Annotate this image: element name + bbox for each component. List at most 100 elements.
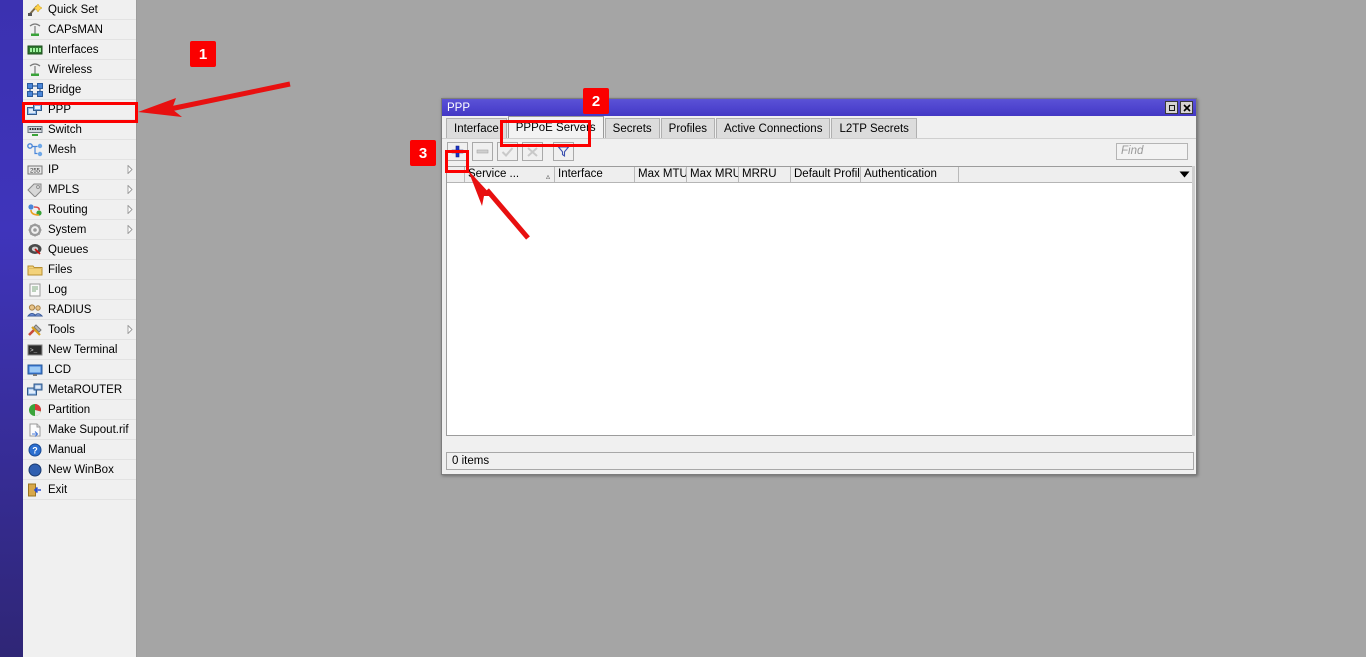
close-icon — [1183, 104, 1191, 112]
column-header-mrru[interactable]: MRRU — [739, 167, 791, 182]
column-header-interface[interactable]: Interface — [555, 167, 635, 182]
switch-icon — [27, 123, 43, 137]
window-titlebar[interactable]: PPP — [442, 99, 1196, 116]
column-header-authentication[interactable]: Authentication — [861, 167, 959, 182]
svg-text:>_: >_ — [30, 347, 38, 354]
column-header-default-profile[interactable]: Default Profile — [791, 167, 861, 182]
partition-icon — [27, 403, 43, 417]
wand-icon — [26, 2, 44, 18]
submenu-chevron-right-icon — [124, 325, 136, 334]
maximize-button[interactable] — [1165, 101, 1178, 114]
column-header-label: Max MRU — [690, 168, 739, 180]
column-header-max-mru[interactable]: Max MRU — [687, 167, 739, 182]
sidebar-item-metarouter[interactable]: MetaROUTER — [23, 380, 136, 400]
sidebar-item-radius[interactable]: RADIUS — [23, 300, 136, 320]
folder-icon — [26, 262, 44, 278]
sidebar-item-routing[interactable]: Routing — [23, 200, 136, 220]
tools-icon — [27, 323, 43, 337]
sidebar-item-wireless[interactable]: Wireless — [23, 60, 136, 80]
tools-icon — [26, 322, 44, 338]
metarouter-icon — [27, 383, 43, 397]
sidebar-item-label: Partition — [48, 400, 136, 420]
cross-icon — [526, 146, 539, 158]
window-title: PPP — [447, 102, 1165, 114]
users-icon — [27, 303, 43, 317]
sidebar-item-log[interactable]: Log — [23, 280, 136, 300]
column-header-max-mtu[interactable]: Max MTU — [635, 167, 687, 182]
column-header-label: MRRU — [742, 168, 777, 180]
sidebar-item-ppp[interactable]: PPP — [23, 100, 136, 120]
ppp-icon — [26, 102, 44, 118]
sidebar-item-label: Routing — [48, 200, 124, 220]
toolbar-filter-button[interactable] — [553, 142, 574, 161]
tab-l2tp-secrets[interactable]: L2TP Secrets — [831, 118, 916, 138]
sidebar-item-mpls[interactable]: MPLS — [23, 180, 136, 200]
monitor-icon — [27, 363, 43, 377]
sidebar-item-bridge[interactable]: Bridge — [23, 80, 136, 100]
column-header-label: Authentication — [864, 168, 937, 180]
toolbar-disable-button[interactable] — [522, 142, 543, 161]
sidebar-item-tools[interactable]: Tools — [23, 320, 136, 340]
sidebar-item-exit[interactable]: Exit — [23, 480, 136, 500]
sidebar-item-ip[interactable]: 255IP — [23, 160, 136, 180]
column-header-flags[interactable] — [447, 167, 465, 182]
sidebar-item-mesh[interactable]: Mesh — [23, 140, 136, 160]
switch-icon — [26, 122, 44, 138]
vertical-scrollbar[interactable] — [1192, 166, 1195, 436]
toolbar-add-button[interactable] — [447, 142, 468, 161]
column-chooser-area[interactable] — [959, 167, 1193, 182]
check-icon — [501, 146, 514, 158]
sidebar-item-manual[interactable]: ?Manual — [23, 440, 136, 460]
tab-active-connections[interactable]: Active Connections — [716, 118, 830, 138]
winbox-icon — [26, 462, 44, 478]
tab-interface[interactable]: Interface — [446, 118, 507, 138]
maximize-icon — [1169, 105, 1175, 111]
antenna-icon — [27, 63, 43, 77]
ppp-window: PPP InterfacePPPoE ServersSecretsProfile… — [441, 98, 1197, 475]
column-header-label: Interface — [558, 168, 603, 180]
sidebar-item-system[interactable]: System — [23, 220, 136, 240]
tab-secrets[interactable]: Secrets — [605, 118, 660, 138]
sidebar-item-make-supout-rif[interactable]: Make Supout.rif — [23, 420, 136, 440]
table-body-empty[interactable] — [447, 183, 1193, 434]
window-toolbar: Find — [442, 138, 1196, 164]
sidebar-item-label: Mesh — [48, 140, 136, 160]
sidebar-item-label: IP — [48, 160, 124, 180]
column-header-service[interactable]: Service ...▵ — [465, 167, 555, 182]
annotation-badge-2: 2 — [583, 88, 609, 114]
sidebar-item-queues[interactable]: Queues — [23, 240, 136, 260]
sidebar-item-switch[interactable]: Switch — [23, 120, 136, 140]
sidebar-item-label: Bridge — [48, 80, 136, 100]
sidebar-item-interfaces[interactable]: Interfaces — [23, 40, 136, 60]
sidebar-item-label: MPLS — [48, 180, 124, 200]
help-icon: ? — [26, 442, 44, 458]
antenna-icon — [27, 23, 43, 37]
sidebar-item-label: Log — [48, 280, 136, 300]
bridge-icon — [27, 83, 43, 97]
search-input[interactable]: Find — [1116, 143, 1188, 160]
sidebar-item-files[interactable]: Files — [23, 260, 136, 280]
sidebar-item-lcd[interactable]: LCD — [23, 360, 136, 380]
sidebar-item-new-terminal[interactable]: >_New Terminal — [23, 340, 136, 360]
tag-icon — [27, 183, 43, 197]
help-icon: ? — [27, 443, 43, 457]
sidebar-item-label: Exit — [48, 480, 136, 500]
toolbar-enable-button[interactable] — [497, 142, 518, 161]
mesh-icon — [27, 143, 43, 157]
mesh-icon — [26, 142, 44, 158]
toolbar-remove-button[interactable] — [472, 142, 493, 161]
tab-pppoe-servers[interactable]: PPPoE Servers — [508, 116, 604, 138]
sidebar-item-capsman[interactable]: CAPsMAN — [23, 20, 136, 40]
winbox-icon — [27, 463, 43, 477]
tab-profiles[interactable]: Profiles — [661, 118, 715, 138]
queues-icon — [27, 243, 43, 257]
main-menu-sidebar: Quick SetCAPsMANInterfacesWirelessBridge… — [23, 0, 137, 657]
annotation-badge-1: 1 — [190, 41, 216, 67]
annotation-badge-3: 3 — [410, 140, 436, 166]
sidebar-item-partition[interactable]: Partition — [23, 400, 136, 420]
sidebar-item-new-winbox[interactable]: New WinBox — [23, 460, 136, 480]
exit-icon — [27, 483, 43, 497]
sidebar-item-label: New WinBox — [48, 460, 136, 480]
close-button[interactable] — [1180, 101, 1193, 114]
sidebar-item-quick-set[interactable]: Quick Set — [23, 0, 136, 20]
